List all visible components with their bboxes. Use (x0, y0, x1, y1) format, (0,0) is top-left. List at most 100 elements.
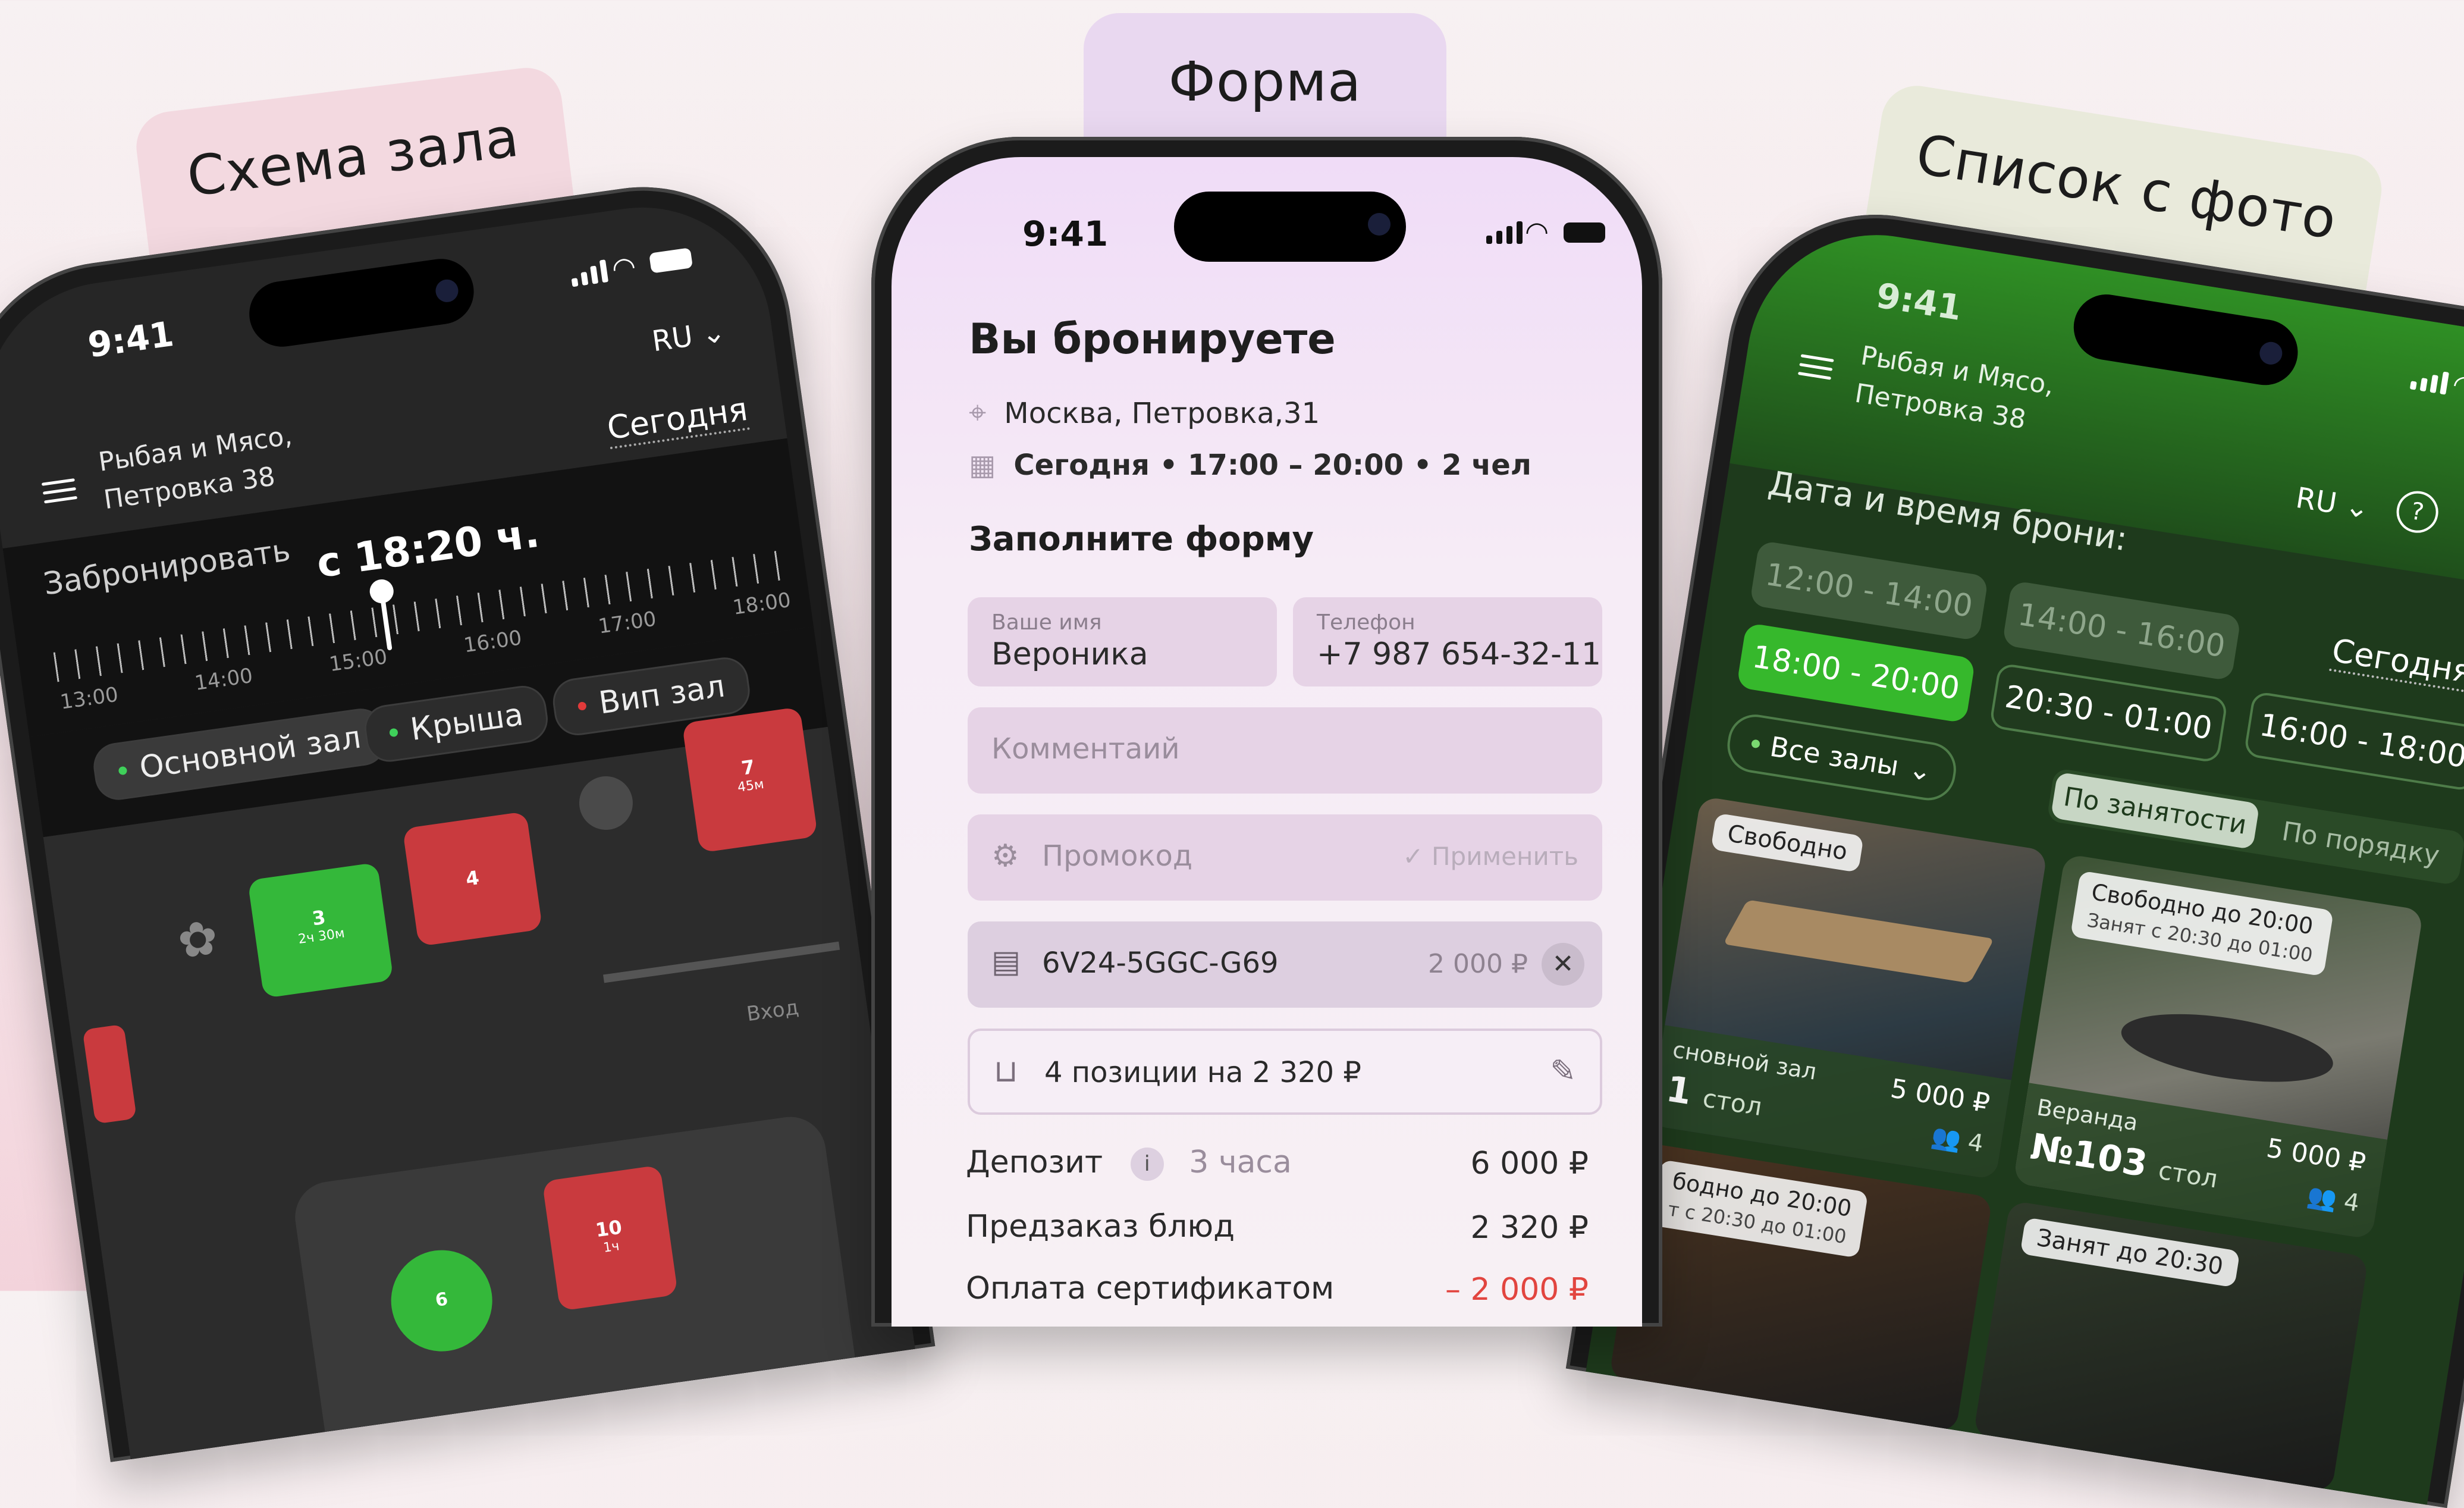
time-slot-selected[interactable]: 18:00 - 20:00 (1736, 622, 1976, 724)
halls-filter[interactable]: Все залы ⌄ (1723, 710, 1960, 804)
battery-icon (1564, 222, 1605, 243)
table-10[interactable]: 10 1ч (542, 1165, 679, 1311)
comment-field[interactable]: Комментаий (968, 707, 1602, 794)
status-dot (1750, 739, 1760, 749)
summary-deposit: Депозит i 3 часа (966, 1145, 1292, 1181)
booking-form-screen: 9:41 ◠ Вы бронируете ⌖ Москва, Петровка,… (892, 157, 1642, 1327)
certificate-code: 6V24-5GGC-G69 (1042, 946, 1279, 980)
address-row: ⌖ Москва, Петровка,31 (969, 395, 1320, 431)
hall-scheme-screen: 9:41 ◠ RU ⌄ Рыбая и Мясо, Петровка 38 Се… (0, 190, 919, 1462)
chevron-down-icon: ⌄ (1906, 752, 1935, 788)
table-card[interactable]: Свободно до 20:00 Занят с 20:30 до 01:00… (2013, 854, 2424, 1240)
dynamic-island (245, 255, 478, 351)
address-text: Москва, Петровка,31 (1004, 396, 1320, 430)
people-icon: 👥 (1929, 1122, 1970, 1156)
phone-field[interactable]: Телефон +7 987 654-32-11 (1293, 597, 1602, 686)
certificate-amount: 2 000 ₽ (1428, 949, 1528, 979)
wifi-icon: ◠ (1525, 215, 1549, 247)
time-slot[interactable]: 14:00 - 16:00 (2002, 580, 2242, 682)
card-status-box: бодно до 20:00 т с 20:30 до 01:00 (1651, 1159, 1869, 1258)
time-slot[interactable]: 16:00 - 18:00 (2243, 691, 2464, 792)
certificate-field[interactable]: ▤ 6V24-5GGC-G69 2 000 ₽ ✕ (968, 921, 1602, 1008)
table-card[interactable]: Занят до 20:30 (1973, 1200, 2369, 1493)
people-icon: 👥 (2305, 1182, 2346, 1215)
today-button[interactable]: Сегодня (2329, 631, 2464, 693)
round-table[interactable] (576, 773, 636, 833)
card-seats: 👥 4 (1929, 1122, 1985, 1158)
sort-by-order[interactable]: По порядку (2255, 801, 2464, 886)
datetime-text: Сегодня • 17:00 – 20:00 • 2 чел (1013, 449, 1531, 482)
summary-label: Предзаказ блюд (966, 1209, 1235, 1244)
battery-icon (649, 247, 693, 274)
summary-amount: 6 000 ₽ (1470, 1146, 1589, 1181)
card-table-unit: стол (1700, 1083, 1765, 1122)
label-form-text: Форма (1168, 50, 1362, 114)
cart-text: 4 позиции на 2 320 ₽ (1044, 1056, 1361, 1089)
apply-promo-button[interactable]: ✓ Применить (1402, 842, 1578, 871)
card-table: 1 стол (1663, 1068, 1766, 1125)
tick-label: 14:00 (193, 663, 255, 696)
table-card[interactable]: бодно до 20:00 т с 20:30 до 01:00 (1609, 1142, 1993, 1433)
language-label: RU (2293, 481, 2339, 521)
location-pin-icon: ⌖ (969, 395, 987, 431)
apply-label: Применить (1431, 842, 1578, 871)
card-table: №103 стол (2027, 1126, 2221, 1197)
page-title: Вы бронируете (969, 315, 1336, 363)
summary-amount: 2 320 ₽ (1470, 1210, 1589, 1246)
plant-icon: ✿ (174, 909, 222, 970)
card-status: Свободно (1710, 813, 1865, 873)
summary-note: 3 часа (1189, 1145, 1292, 1180)
name-field[interactable]: Ваше имя Вероника (968, 597, 1277, 686)
status-time: 9:41 (85, 313, 176, 366)
status-dot (577, 701, 587, 711)
tick-label: 15:00 (328, 645, 389, 677)
today-button[interactable]: Сегодня (604, 390, 751, 450)
selected-time: с 18:20 ч. (313, 509, 542, 588)
name-value: Вероника (991, 637, 1148, 672)
summary-label: Оплата сертификатом (966, 1271, 1335, 1306)
cart-summary[interactable]: ⊔ 4 позиции на 2 320 ₽ ✎ (968, 1029, 1602, 1115)
language-selector[interactable]: RU ⌄ (650, 315, 728, 359)
time-slot[interactable]: 20:30 - 01:00 (1989, 662, 2228, 764)
phone-label: Телефон (1317, 610, 1415, 635)
time-cursor-knob[interactable] (368, 578, 396, 605)
tick-label: 13:00 (58, 682, 120, 714)
photo-list-screen: 9:41 ◠ Рыбая и Мясо, Петровка 38 RU ⌄ ? … (1582, 216, 2464, 1508)
tick-label: 16:00 (462, 626, 523, 658)
promo-tag-icon: ⚙ (991, 838, 1019, 874)
table-number: 6 (434, 1288, 450, 1311)
phone-value: +7 987 654-32-11 (1317, 637, 1602, 672)
table-card[interactable]: Свободно сновной зал 1 стол 5 000 ₽ 👥 4 (1649, 796, 2048, 1180)
table-4[interactable]: 4 (402, 811, 543, 947)
entrance-label: Вход (745, 995, 801, 1027)
menu-icon[interactable] (40, 472, 78, 509)
time-slot[interactable]: 12:00 - 14:00 (1749, 540, 1989, 641)
venue-name: Рыбая и Мясо, Петровка 38 (96, 417, 300, 519)
summary-label: Депозит (966, 1145, 1103, 1180)
floor-map: ✿ 3 2ч 30м 4 7 45м Вход 6 10 1ч (43, 707, 919, 1462)
table-number: 4 (464, 866, 481, 891)
sort-by-occupancy[interactable]: По занятости (2050, 772, 2260, 850)
edit-pencil-icon[interactable]: ✎ (1550, 1054, 1576, 1089)
tick-label: 17:00 (597, 607, 658, 639)
dynamic-island (1174, 192, 1406, 262)
phone-booking-form: 9:41 ◠ Вы бронируете ⌖ Москва, Петровка,… (871, 137, 1662, 1327)
calendar-icon: ▦ (969, 449, 996, 482)
card-price: 5 000 ₽ (2264, 1133, 2368, 1179)
table-edge[interactable] (82, 1024, 137, 1124)
datetime-row: ▦ Сегодня • 17:00 – 20:00 • 2 чел (969, 449, 1531, 482)
signal-icon (569, 259, 609, 287)
tick-label: 18:00 (731, 588, 793, 620)
menu-icon[interactable] (1797, 348, 1835, 385)
check-circle-icon: ✓ (1402, 842, 1432, 871)
remove-certificate-icon[interactable]: ✕ (1542, 943, 1584, 986)
info-icon[interactable]: i (1130, 1148, 1164, 1181)
card-status: Занят до 20:30 (2020, 1217, 2240, 1288)
promo-field[interactable]: ⚙ Промокод ✓ Применить (968, 814, 1602, 901)
table-3[interactable]: 3 2ч 30м (247, 862, 394, 999)
name-label: Ваше имя (991, 610, 1102, 635)
signal-icon (1486, 221, 1523, 244)
hall-chip-label: Вип зал (597, 668, 727, 722)
bar-counter (603, 941, 840, 983)
table-7[interactable]: 7 45м (682, 707, 818, 853)
